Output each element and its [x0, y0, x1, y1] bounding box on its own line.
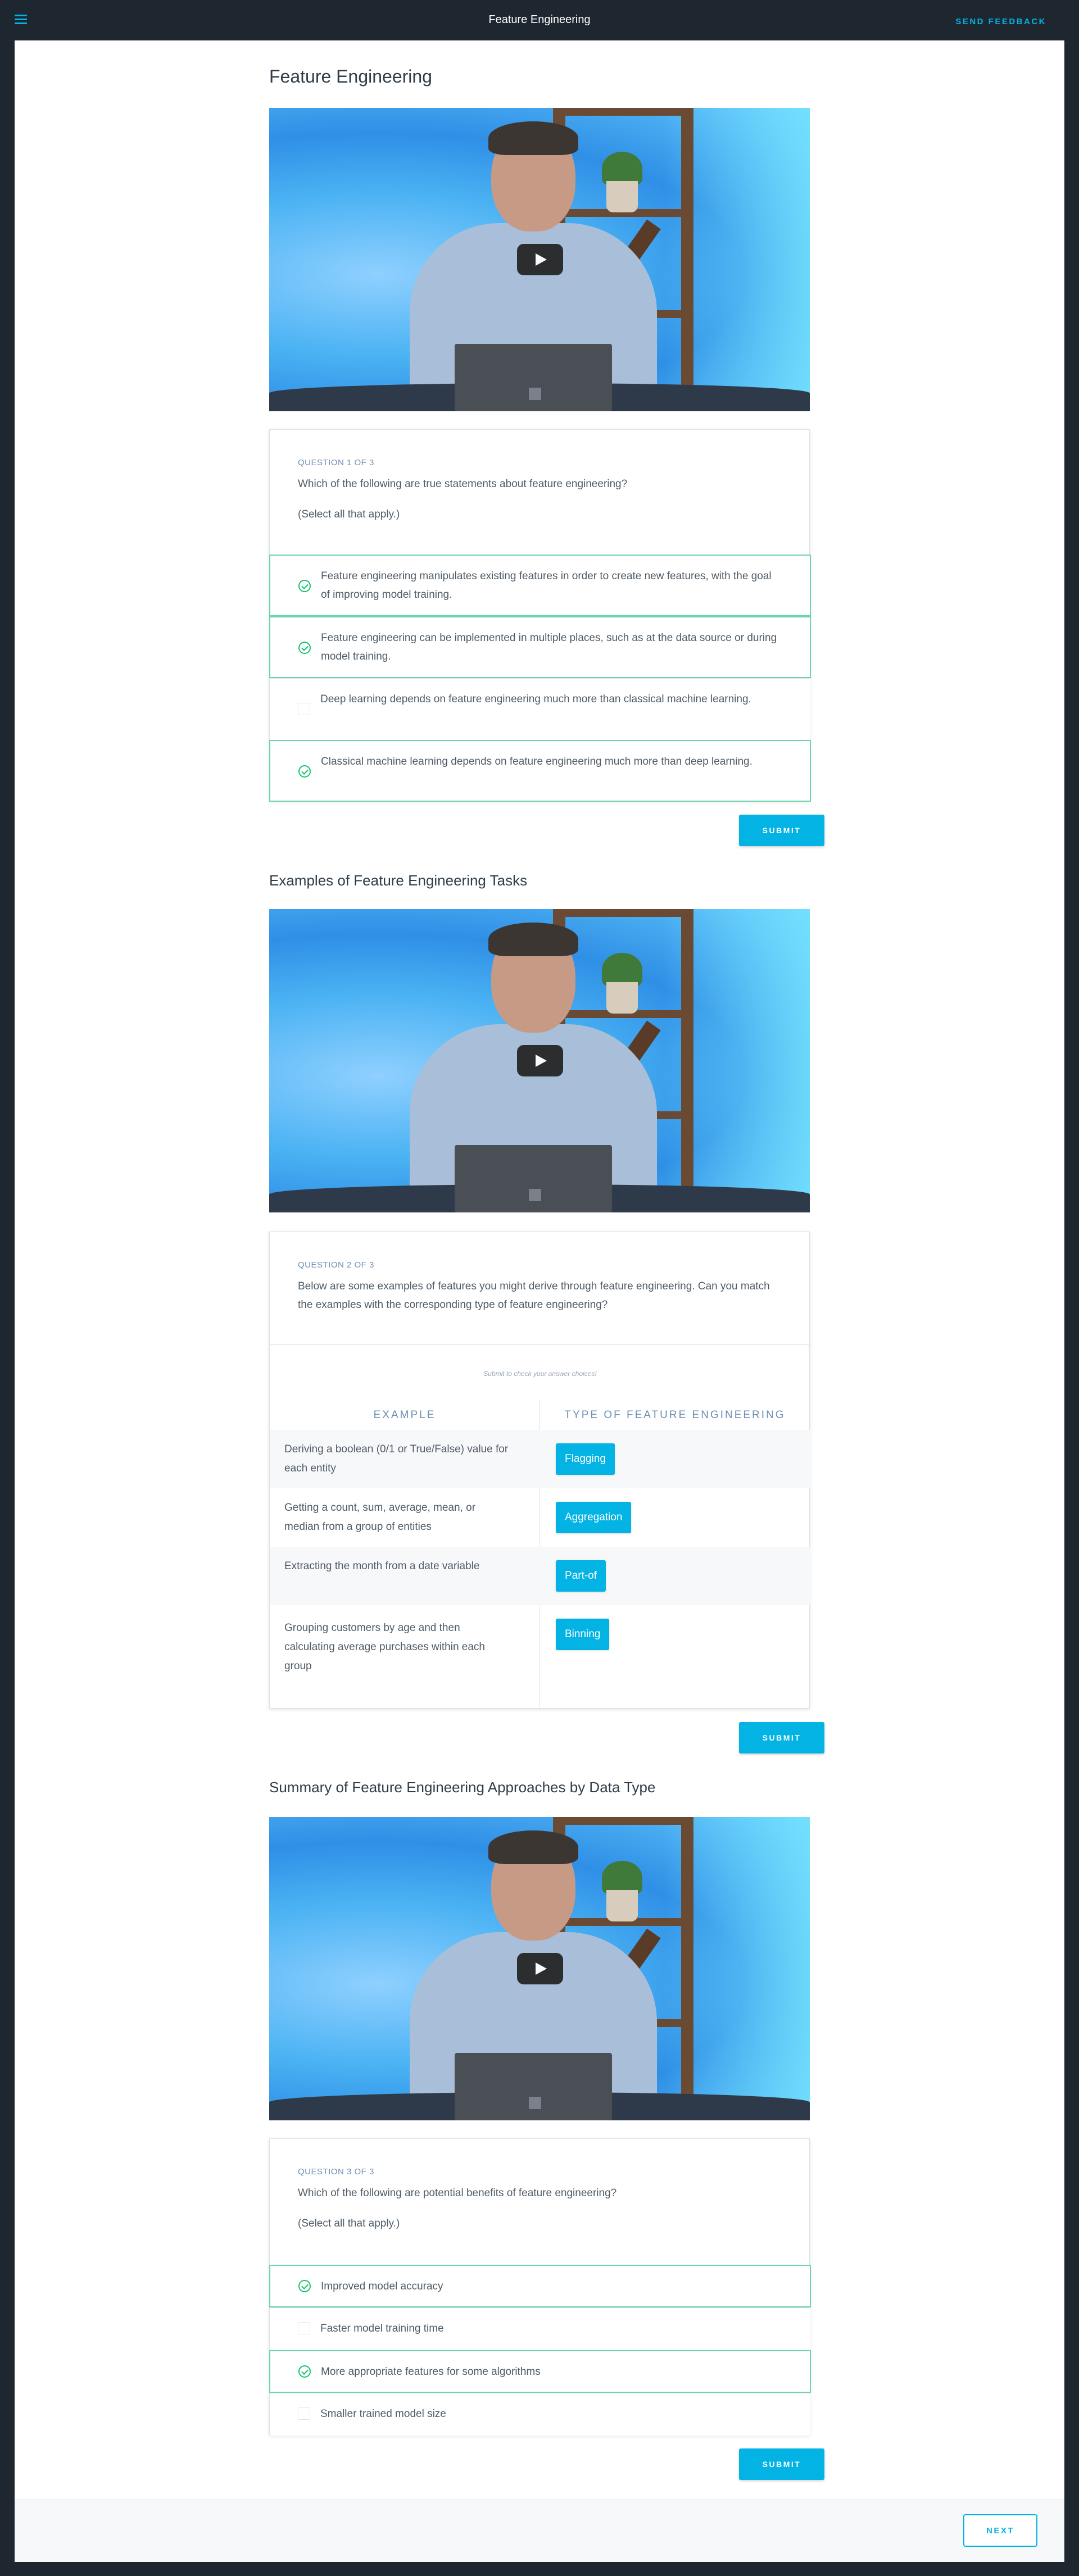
type-tag[interactable]: Flagging [556, 1443, 615, 1475]
question-card-2: QUESTION 2 OF 3 Below are some examples … [269, 1232, 810, 1709]
example-text: Deriving a boolean (0/1 or True/False) v… [284, 1443, 509, 1474]
check-circle-icon [298, 2280, 311, 2292]
question-card-1: QUESTION 1 OF 3 Which of the following a… [269, 429, 811, 802]
submit-button[interactable]: SUBMIT [739, 2448, 824, 2480]
content-page: Feature Engineering QUESTION 1 OF 3 Whic… [15, 40, 1064, 2562]
laptop [455, 1145, 612, 1212]
check-circle-icon [298, 765, 311, 778]
checkbox-empty-icon [298, 703, 310, 715]
table-row: Deriving a boolean (0/1 or True/False) v… [270, 1430, 810, 1488]
question-note: (Select all that apply.) [298, 2218, 400, 2229]
table-row: Extracting the month from a date variabl… [270, 1547, 810, 1605]
question-text: Below are some examples of features you … [298, 1280, 770, 1311]
answer-option[interactable]: More appropriate features for some algor… [269, 2350, 811, 2393]
example-text: Getting a count, sum, average, mean, or … [284, 1502, 476, 1533]
answer-option[interactable]: Faster model training time [270, 2307, 810, 2350]
question-label: QUESTION 1 OF 3 [298, 458, 374, 467]
answer-option[interactable]: Feature engineering can be implemented i… [269, 616, 811, 678]
question-label: QUESTION 2 OF 3 [298, 1260, 374, 1270]
answer-text: Classical machine learning depends on fe… [321, 756, 752, 767]
check-circle-icon [298, 642, 311, 654]
submit-button[interactable]: SUBMIT [739, 815, 824, 846]
answer-text: Deep learning depends on feature enginee… [320, 693, 751, 705]
column-header-type: TYPE OF FEATURE ENGINEERING [564, 1409, 786, 1421]
example-text: Extracting the month from a date variabl… [284, 1560, 480, 1572]
page-title: Feature Engineering [488, 13, 591, 26]
type-tag[interactable]: Aggregation [556, 1502, 632, 1533]
submit-hint: Submit to check your answer choices! [483, 1370, 597, 1378]
check-circle-icon [298, 580, 311, 592]
section-heading-2: Examples of Feature Engineering Tasks [269, 872, 528, 889]
video-player-2[interactable] [269, 909, 810, 1212]
answer-text: Feature engineering manipulates existing… [321, 570, 772, 601]
answer-text: Feature engineering can be implemented i… [321, 632, 777, 662]
next-button[interactable]: NEXT [963, 2514, 1037, 2547]
answer-option[interactable]: Deep learning depends on feature enginee… [270, 678, 810, 740]
answer-option[interactable]: Classical machine learning depends on fe… [269, 740, 811, 802]
question-note: (Select all that apply.) [298, 508, 400, 520]
table-row: Getting a count, sum, average, mean, or … [270, 1488, 810, 1547]
submit-button[interactable]: SUBMIT [739, 1722, 824, 1753]
checkbox-empty-icon [298, 2322, 310, 2334]
type-tag[interactable]: Binning [556, 1619, 610, 1650]
example-text: Grouping customers by age and then calcu… [284, 1622, 485, 1672]
table-row: Grouping customers by age and then calcu… [270, 1605, 810, 1709]
answer-option[interactable]: Improved model accuracy [269, 2265, 811, 2307]
laptop [455, 344, 612, 411]
footer-bar: NEXT [15, 2499, 1064, 2562]
question-card-3: QUESTION 3 OF 3 Which of the following a… [269, 2138, 811, 2436]
question-text: Which of the following are true statemen… [298, 478, 628, 490]
send-feedback-link[interactable]: SEND FEEDBACK [955, 17, 1046, 26]
play-icon[interactable] [517, 244, 563, 275]
video-player-1[interactable] [269, 108, 810, 411]
top-bar: Feature Engineering SEND FEEDBACK [0, 0, 1079, 40]
section-heading-1: Feature Engineering [269, 66, 432, 87]
question-text: Which of the following are potential ben… [298, 2187, 617, 2199]
check-circle-icon [298, 2365, 311, 2378]
answer-text: Improved model accuracy [321, 2280, 443, 2292]
section-heading-3: Summary of Feature Engineering Approache… [269, 1779, 656, 1796]
answer-option[interactable]: Smaller trained model size [270, 2393, 810, 2436]
question-label: QUESTION 3 OF 3 [298, 2167, 374, 2177]
laptop [455, 2053, 612, 2120]
answer-text: Faster model training time [320, 2323, 444, 2334]
play-icon[interactable] [517, 1045, 563, 1076]
checkbox-empty-icon [298, 2407, 310, 2420]
answer-option[interactable]: Feature engineering manipulates existing… [269, 555, 811, 616]
answer-text: More appropriate features for some algor… [321, 2366, 541, 2378]
play-icon[interactable] [517, 1953, 563, 1984]
answer-text: Smaller trained model size [320, 2408, 446, 2420]
video-player-3[interactable] [269, 1817, 810, 2120]
column-header-example: EXAMPLE [373, 1409, 436, 1421]
type-tag[interactable]: Part-of [556, 1560, 606, 1592]
